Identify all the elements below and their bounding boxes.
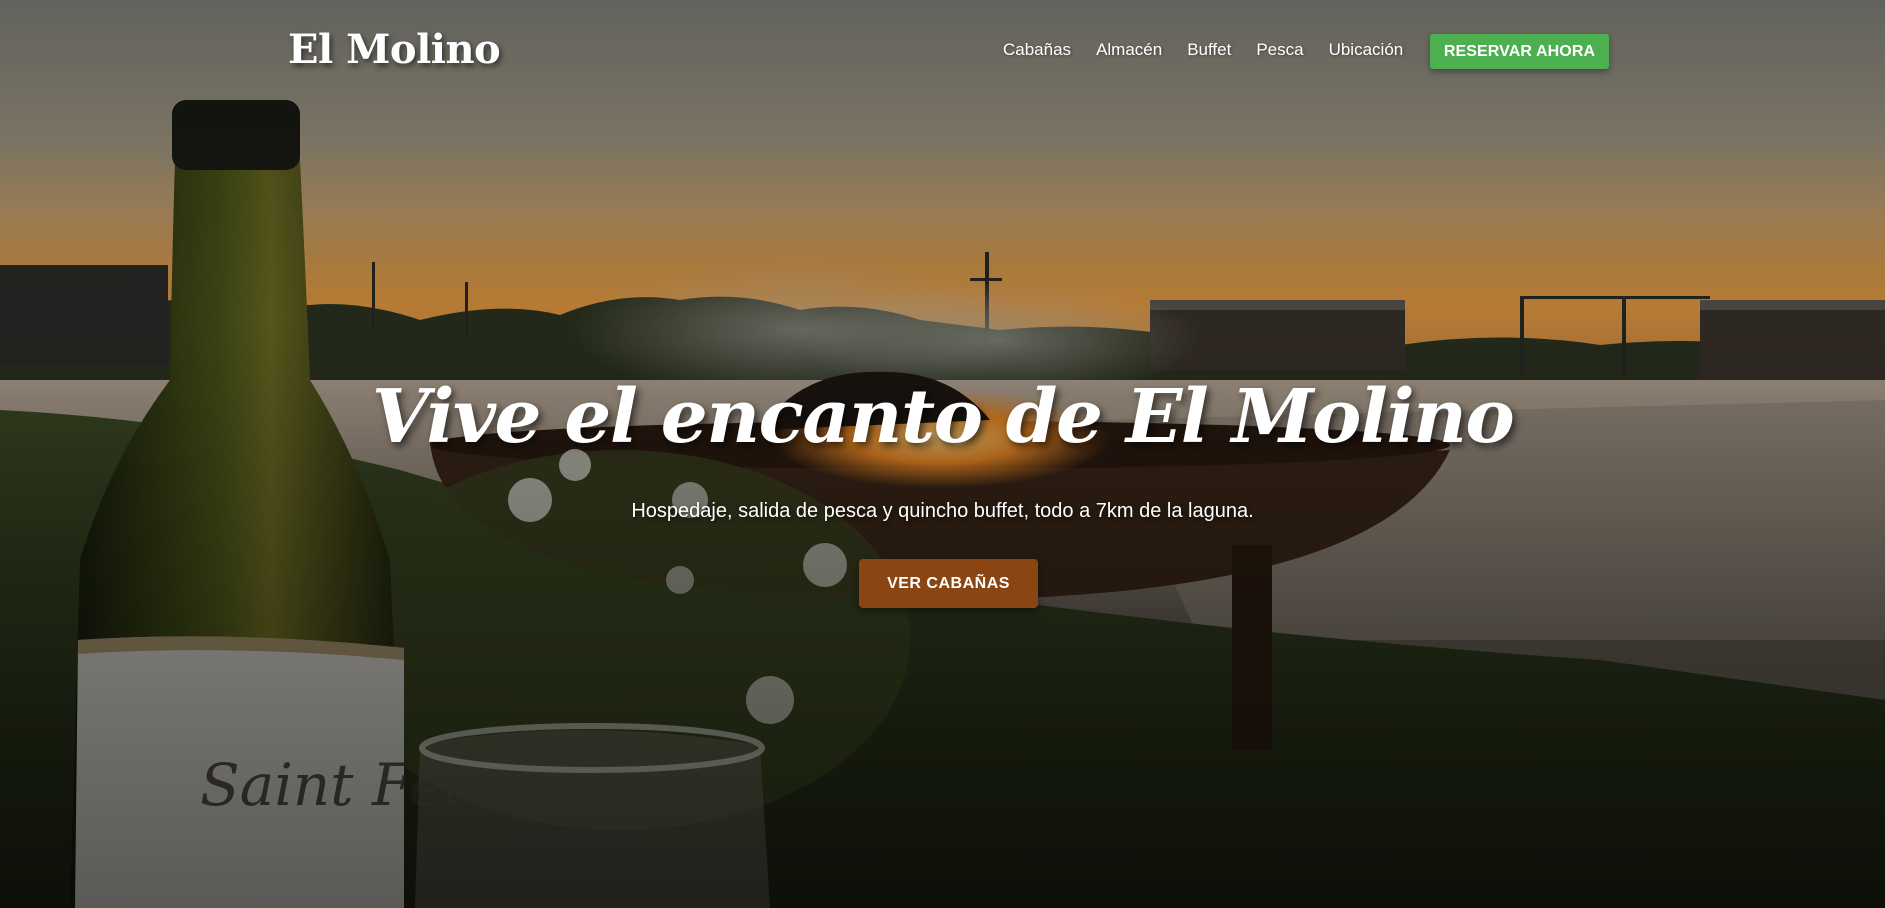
site-logo[interactable]: El Molino — [288, 26, 501, 73]
hero-section: Saint Fel El Molino Cabañas Almacén Buff… — [0, 0, 1885, 908]
nav-item-buffet[interactable]: Buffet — [1187, 40, 1231, 60]
main-nav: Cabañas Almacén Buffet Pesca Ubicación — [1003, 40, 1428, 60]
view-cabins-button[interactable]: VER CABAÑAS — [859, 559, 1038, 608]
hero-subtitle: Hospedaje, salida de pesca y quincho buf… — [631, 500, 1254, 522]
site-header: El Molino Cabañas Almacén Buffet Pesca U… — [0, 0, 1885, 104]
hero-title: Vive el encanto de El Molino — [371, 374, 1515, 460]
nav-item-pesca[interactable]: Pesca — [1256, 40, 1303, 60]
reserve-now-button[interactable]: RESERVAR AHORA — [1430, 34, 1609, 69]
nav-item-ubicacion[interactable]: Ubicación — [1329, 40, 1404, 60]
nav-item-cabanas[interactable]: Cabañas — [1003, 40, 1071, 60]
nav-item-almacen[interactable]: Almacén — [1096, 40, 1162, 60]
